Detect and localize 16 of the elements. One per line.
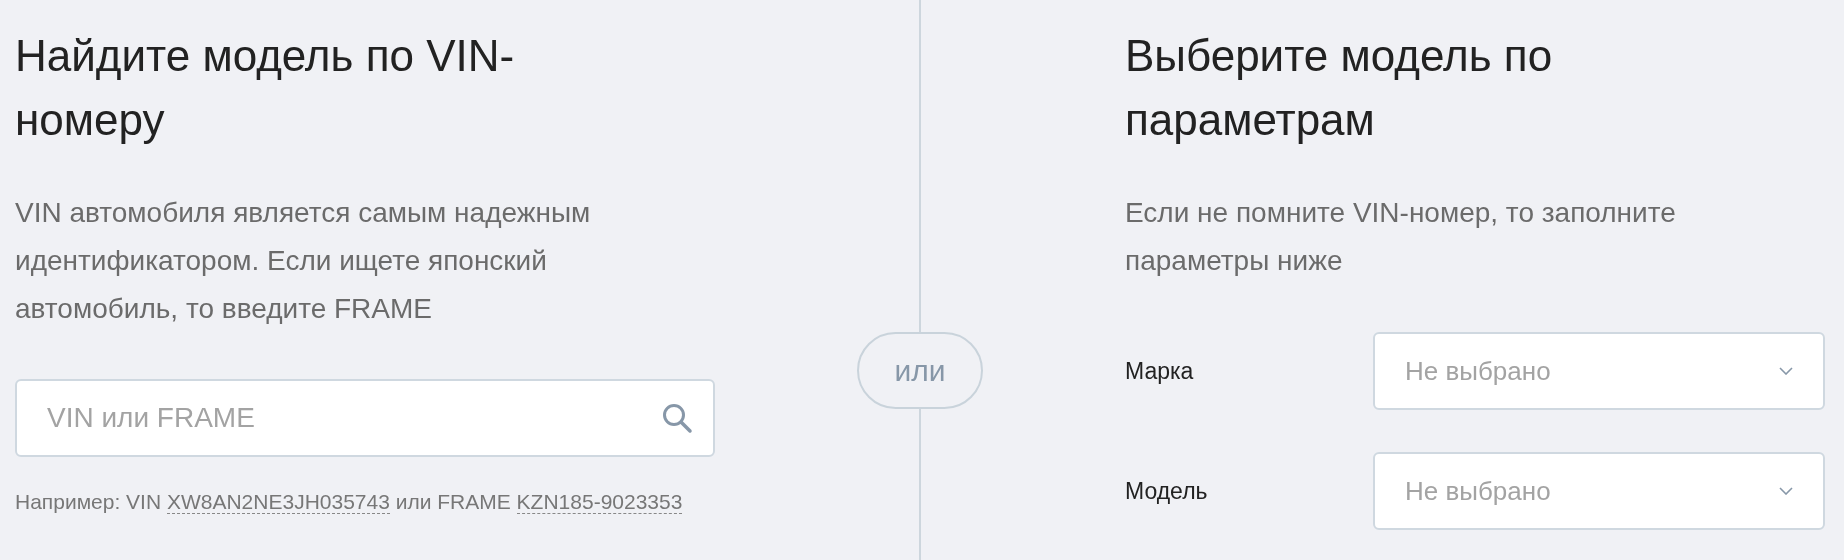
or-separator: или <box>857 332 983 409</box>
section-title: Выберите модель по параметрам <box>1125 30 1554 146</box>
example-text: Например: VIN XW8AN2NE3JH035743 или FRAME KZN185-9023353 <box>15 489 684 516</box>
chevron-down-icon <box>1779 367 1793 375</box>
example-link[interactable]: KZN185-9023353 <box>516 490 683 514</box>
search-icon[interactable] <box>661 402 693 434</box>
description: VIN автомобиля является самым надежным идентификатором. Если ищете японский автомобиль, то введите FRAME <box>15 196 592 326</box>
description: Если не помните VIN-номер, то заполните параметры ниже <box>1125 196 1677 278</box>
chevron-down-icon <box>1779 487 1793 495</box>
section-title: Найдите модель по VIN-номеру <box>15 30 516 146</box>
example-link[interactable]: XW8AN2NE3JH035743 <box>166 490 390 514</box>
dropdown[interactable]: Не выбрано <box>1373 332 1825 410</box>
field-label: Марка <box>1125 357 1195 385</box>
search-field[interactable]: VIN или FRAME <box>15 379 715 457</box>
dropdown[interactable]: Не выбрано <box>1373 452 1825 530</box>
field-label: Модель <box>1125 477 1209 505</box>
